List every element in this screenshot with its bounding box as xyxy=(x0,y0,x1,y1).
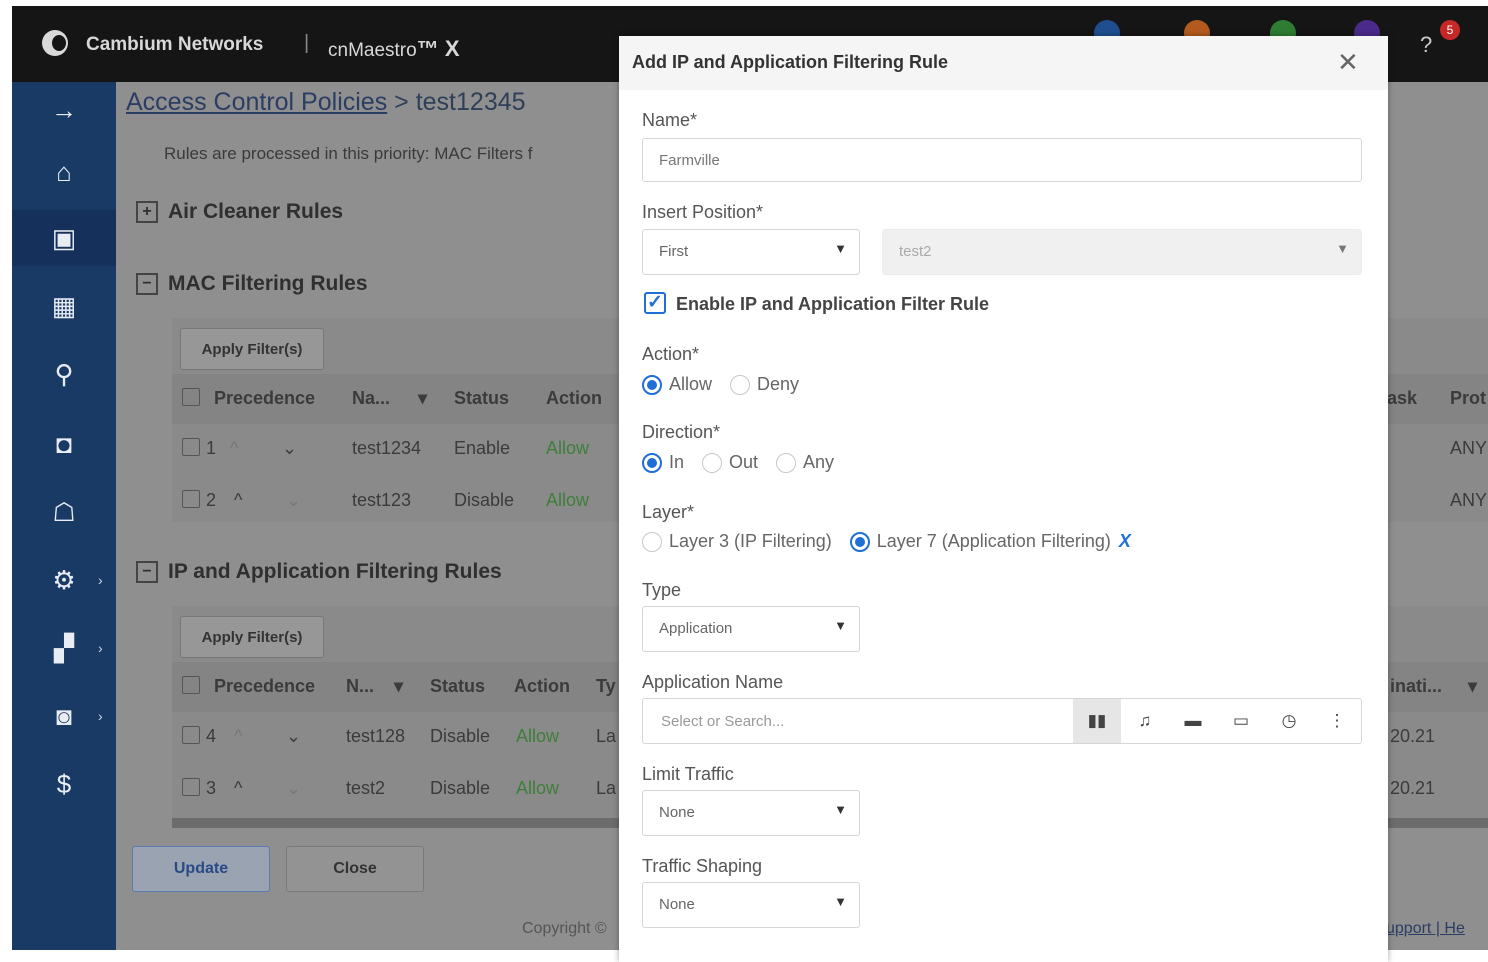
breadcrumb-link[interactable]: Access Control Policies xyxy=(126,88,387,116)
name-label: Name* xyxy=(642,110,698,130)
move-down-icon[interactable]: ⌄ xyxy=(286,726,301,747)
screen-icon[interactable]: ◙ › xyxy=(12,688,116,744)
traffic-shaping-select[interactable]: None ▼ xyxy=(642,882,860,928)
layer7-badge-icon: X xyxy=(1118,531,1131,551)
action-radio-group: Allow Deny xyxy=(642,374,799,395)
limit-traffic-select[interactable]: None ▼ xyxy=(642,790,860,836)
cambium-logo-icon xyxy=(42,30,68,56)
breadcrumb: Access Control Policies > test12345 xyxy=(126,88,526,116)
monitor-icon[interactable]: ▣ xyxy=(12,210,116,266)
expand-icon[interactable]: + xyxy=(136,201,158,223)
brand-separator: | xyxy=(304,32,310,54)
row-checkbox[interactable] xyxy=(182,726,200,744)
limit-traffic-label: Limit Traffic xyxy=(642,764,734,784)
type-select[interactable]: Application ▼ xyxy=(642,606,860,652)
chevron-right-icon: › xyxy=(98,572,103,588)
layer7-radio[interactable] xyxy=(849,531,870,552)
apply-filters-button[interactable]: Apply Filter(s) xyxy=(180,616,324,658)
layer3-radio[interactable] xyxy=(642,531,662,552)
mac-section[interactable]: − MAC Filtering Rules xyxy=(136,272,368,296)
product-name: cnMaestro™ X xyxy=(328,36,460,61)
move-down-icon[interactable]: ⌄ xyxy=(282,438,297,459)
alert-badge: 5 xyxy=(1440,20,1460,40)
move-down-icon[interactable]: ⌄ xyxy=(286,490,301,511)
help-icon[interactable]: ? xyxy=(1420,32,1432,58)
gear-icon[interactable]: ⚙ › xyxy=(12,552,116,608)
collapse-icon[interactable]: − xyxy=(136,273,158,295)
close-button[interactable]: Close xyxy=(286,846,424,892)
layer-radio-group: Layer 3 (IP Filtering) Layer 7 (Applicat… xyxy=(642,531,1131,552)
home-icon[interactable]: ⌂ xyxy=(12,144,116,200)
move-up-icon[interactable]: ^ xyxy=(234,490,242,511)
user-device-icon[interactable]: ☖ xyxy=(12,484,116,540)
row-checkbox[interactable] xyxy=(182,438,200,456)
chevron-down-icon: ▼ xyxy=(834,894,847,909)
chevron-down-icon: ▼ xyxy=(834,802,847,817)
update-button[interactable]: Update xyxy=(132,846,270,892)
more-vertical-icon[interactable]: ⋮ xyxy=(1313,699,1361,743)
select-all-checkbox[interactable] xyxy=(182,388,200,406)
move-down-icon[interactable]: ⌄ xyxy=(286,778,301,799)
license-icon[interactable]: $ xyxy=(12,756,116,812)
type-label: Type xyxy=(642,580,682,600)
move-up-icon[interactable]: ^ xyxy=(234,726,242,747)
ip-app-section[interactable]: − IP and Application Filtering Rules xyxy=(136,560,502,584)
allow-radio[interactable] xyxy=(642,374,662,395)
insert-position-label: Insert Position* xyxy=(642,202,764,222)
close-icon[interactable]: ✕ xyxy=(1337,47,1359,78)
sort-icon[interactable]: ▾ xyxy=(418,388,427,409)
expand-nav-icon[interactable]: → xyxy=(12,82,116,138)
clock-icon[interactable]: ◷ xyxy=(1265,699,1313,743)
chevron-down-icon: ▼ xyxy=(1336,241,1349,256)
chevron-down-icon: ▼ xyxy=(834,241,847,256)
application-name-label: Application Name xyxy=(642,672,784,692)
add-rule-dialog: Add IP and Application Filtering Rule ✕ … xyxy=(619,36,1388,962)
sidebar: → ⌂ ▣ ▦ ⚲ ◘ ☖ ⚙ › ▞ › ◙ › $ xyxy=(12,82,116,950)
sort-icon[interactable]: ▾ xyxy=(394,676,403,697)
apply-filters-button[interactable]: Apply Filter(s) xyxy=(180,328,324,370)
enable-rule-checkbox[interactable]: ✓ xyxy=(644,292,666,314)
direction-radio-group: In Out Any xyxy=(642,452,834,473)
move-up-icon[interactable]: ^ xyxy=(230,438,238,459)
select-all-checkbox[interactable] xyxy=(182,676,200,694)
device-icon[interactable]: ◘ xyxy=(12,416,116,472)
insert-reference-select: test2 ▼ xyxy=(882,229,1362,275)
gamepad-icon[interactable]: ▬ xyxy=(1169,699,1217,743)
row-checkbox[interactable] xyxy=(182,490,200,508)
brand-name: Cambium Networks xyxy=(86,34,264,55)
deny-radio[interactable] xyxy=(730,374,751,395)
chevron-down-icon: ▼ xyxy=(834,618,847,633)
support-link[interactable]: upport | He xyxy=(1386,920,1465,938)
action-label: Action* xyxy=(642,344,700,364)
air-cleaner-section[interactable]: + Air Cleaner Rules xyxy=(136,200,343,224)
enable-rule-label: Enable IP and Application Filter Rule xyxy=(676,294,990,314)
insert-position-select[interactable]: First ▼ xyxy=(642,229,860,275)
move-up-icon[interactable]: ^ xyxy=(234,778,242,799)
copyright-text: Copyright © xyxy=(522,920,607,937)
direction-label: Direction* xyxy=(642,422,721,442)
dialog-title: Add IP and Application Filtering Rule xyxy=(632,52,949,72)
traffic-shaping-label: Traffic Shaping xyxy=(642,856,763,876)
layer-label: Layer* xyxy=(642,502,695,522)
grid-view-icon[interactable]: ▮▮ xyxy=(1073,699,1121,743)
chat-icon[interactable]: ▭ xyxy=(1217,699,1265,743)
row-checkbox[interactable] xyxy=(182,778,200,796)
sort-icon[interactable]: ▾ xyxy=(1468,676,1477,697)
direction-in-radio[interactable] xyxy=(642,452,662,473)
application-search-input[interactable]: Select or Search... ▮▮ ♫ ▬ ▭ ◷ ⋮ xyxy=(642,698,1362,744)
apps-icon[interactable]: ▞ › xyxy=(12,620,116,676)
chevron-right-icon: › xyxy=(98,708,103,724)
table-icon[interactable]: ▦ xyxy=(12,278,116,334)
music-icon[interactable]: ♫ xyxy=(1121,699,1169,743)
direction-out-radio[interactable] xyxy=(702,452,723,473)
direction-any-radio[interactable] xyxy=(776,452,797,473)
collapse-icon[interactable]: − xyxy=(136,561,158,583)
location-pin-icon[interactable]: ⚲ xyxy=(12,346,116,402)
name-field[interactable]: Farmville xyxy=(642,138,1362,182)
dialog-header: Add IP and Application Filtering Rule ✕ xyxy=(619,36,1388,90)
chevron-right-icon: › xyxy=(98,640,103,656)
priority-note: Rules are processed in this priority: MA… xyxy=(164,144,533,163)
